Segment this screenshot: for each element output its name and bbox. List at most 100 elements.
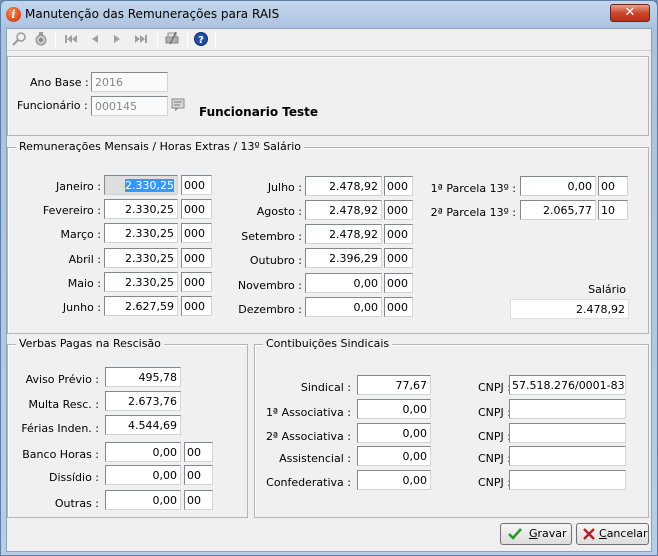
maio-label: Maio : bbox=[67, 277, 101, 290]
confederativa-cnpj-label: CNPJ : bbox=[478, 476, 511, 489]
info-app-icon: i bbox=[6, 7, 21, 22]
gravar-button[interactable]: Gravar bbox=[500, 523, 572, 545]
outras-code-field[interactable]: 00 bbox=[184, 490, 213, 510]
novembro-code-field[interactable]: 000 bbox=[384, 273, 413, 293]
dezembro-label: Dezembro : bbox=[238, 303, 302, 316]
banco-horas-code-field[interactable]: 00 bbox=[184, 442, 213, 462]
close-button[interactable]: ✕ bbox=[610, 4, 650, 22]
ano-base-field[interactable]: 2016 bbox=[91, 72, 168, 92]
assistencial-cnpj-label: CNPJ : bbox=[478, 452, 511, 465]
marco-value-field[interactable]: 2.330,25 bbox=[104, 223, 178, 243]
associativa1-cnpj-field[interactable] bbox=[509, 399, 626, 419]
banco-horas-field[interactable]: 0,00 bbox=[105, 442, 181, 462]
associativa2-cnpj-label: CNPJ : bbox=[478, 430, 511, 443]
search-employee-icon[interactable] bbox=[171, 98, 187, 112]
fevereiro-label: Fevereiro : bbox=[42, 204, 101, 217]
ferias-inden-field[interactable]: 4.544,69 bbox=[105, 415, 181, 435]
header-group: Ano Base : 2016 Funcionário : 000145 Fun… bbox=[7, 56, 649, 136]
parcela2-label: 2ª Parcela 13º : bbox=[430, 206, 516, 219]
confederativa-label: Confederativa : bbox=[266, 476, 351, 489]
cancelar-label: Cancelar bbox=[599, 527, 648, 540]
novembro-value-field[interactable]: 0,00 bbox=[305, 273, 382, 293]
assistencial-field[interactable]: 0,00 bbox=[357, 446, 431, 466]
cancelar-button[interactable]: Cancelar bbox=[576, 523, 649, 545]
ano-base-label: Ano Base : bbox=[30, 76, 89, 89]
assistencial-cnpj-field[interactable] bbox=[509, 446, 626, 466]
help-icon[interactable]: ? bbox=[191, 31, 211, 49]
dissidio-code-field[interactable]: 00 bbox=[184, 465, 213, 485]
julho-code-field[interactable]: 000 bbox=[384, 176, 413, 196]
multa-resc-label: Multa Resc. : bbox=[28, 398, 99, 411]
salario-label: Salário bbox=[588, 283, 626, 296]
title-bar: i Manutenção das Remunerações para RAIS … bbox=[1, 1, 657, 29]
aviso-previo-label: Aviso Prévio : bbox=[25, 373, 99, 386]
associativa2-label: 2ª Associativa : bbox=[265, 430, 351, 443]
print-icon[interactable] bbox=[162, 31, 182, 49]
outubro-code-field[interactable]: 000 bbox=[384, 248, 413, 268]
confederativa-cnpj-field[interactable] bbox=[509, 470, 626, 490]
parcela1-value-field[interactable]: 0,00 bbox=[520, 176, 596, 196]
junho-code-field[interactable]: 000 bbox=[181, 296, 212, 316]
janeiro-value-field[interactable]: 2.330,25 bbox=[104, 175, 178, 195]
agosto-code-field[interactable]: 000 bbox=[384, 200, 413, 220]
janeiro-code-field[interactable]: 000 bbox=[181, 175, 212, 195]
first-record-icon[interactable] bbox=[61, 31, 81, 49]
junho-value-field[interactable]: 2.627,59 bbox=[104, 296, 178, 316]
parcela2-code-field[interactable]: 10 bbox=[598, 200, 628, 220]
window-title: Manutenção das Remunerações para RAIS bbox=[25, 7, 280, 21]
dezembro-code-field[interactable]: 000 bbox=[384, 297, 413, 317]
rescisao-title: Verbas Pagas na Rescisão bbox=[16, 337, 164, 350]
toolbar-separator bbox=[187, 32, 188, 48]
associativa1-label: 1ª Associativa : bbox=[265, 406, 351, 419]
last-record-icon[interactable] bbox=[131, 31, 151, 49]
previous-record-icon[interactable] bbox=[85, 31, 105, 49]
next-record-icon[interactable] bbox=[107, 31, 127, 49]
junho-label: Junho : bbox=[62, 301, 101, 314]
outubro-label: Outubro : bbox=[249, 254, 302, 267]
associativa1-field[interactable]: 0,00 bbox=[357, 399, 431, 419]
outras-field[interactable]: 0,00 bbox=[105, 490, 181, 510]
confederativa-field[interactable]: 0,00 bbox=[357, 470, 431, 490]
associativa2-cnpj-field[interactable] bbox=[509, 423, 626, 443]
setembro-value-field[interactable]: 2.478,92 bbox=[305, 224, 382, 244]
multa-resc-field[interactable]: 2.673,76 bbox=[105, 391, 181, 411]
dezembro-value-field[interactable]: 0,00 bbox=[305, 297, 382, 317]
sindicais-group: Contibuições Sindicais Sindical : 77,67 … bbox=[254, 337, 649, 518]
funcionario-field[interactable]: 000145 bbox=[91, 96, 168, 116]
agosto-value-field[interactable]: 2.478,92 bbox=[305, 200, 382, 220]
abril-value-field[interactable]: 2.330,25 bbox=[104, 248, 178, 268]
assistencial-label: Assistencial : bbox=[279, 452, 351, 465]
julho-label: Julho : bbox=[267, 181, 302, 194]
setembro-code-field[interactable]: 000 bbox=[384, 224, 413, 244]
parcela2-value-field[interactable]: 2.065,77 bbox=[520, 200, 596, 220]
ferias-inden-label: Férias Inden. : bbox=[21, 422, 99, 435]
maio-code-field[interactable]: 000 bbox=[181, 272, 212, 292]
abril-code-field[interactable]: 000 bbox=[181, 248, 212, 268]
sindical-cnpj-label: CNPJ : bbox=[478, 381, 511, 394]
sindicais-title: Contibuições Sindicais bbox=[263, 337, 393, 350]
associativa2-field[interactable]: 0,00 bbox=[357, 423, 431, 443]
fevereiro-value-field[interactable]: 2.330,25 bbox=[104, 199, 178, 219]
funcionario-label: Funcionário : bbox=[17, 99, 88, 112]
sindical-field[interactable]: 77,67 bbox=[357, 375, 431, 395]
dissidio-field[interactable]: 0,00 bbox=[105, 465, 181, 485]
salario-field: 2.478,92 bbox=[510, 299, 629, 319]
svg-text:?: ? bbox=[198, 35, 204, 46]
remuneracoes-group: Remunerações Mensais / Horas Extras / 13… bbox=[7, 140, 649, 334]
search-icon[interactable] bbox=[9, 31, 29, 49]
marco-code-field[interactable]: 000 bbox=[181, 223, 212, 243]
outubro-value-field[interactable]: 2.396,29 bbox=[305, 248, 382, 268]
search-record-icon[interactable] bbox=[31, 31, 51, 49]
parcela1-code-field[interactable]: 00 bbox=[598, 176, 628, 196]
aviso-previo-field[interactable]: 495,78 bbox=[105, 367, 181, 387]
sindical-label: Sindical : bbox=[300, 381, 351, 394]
sindical-cnpj-field[interactable]: 57.518.276/0001-83 bbox=[509, 375, 626, 395]
julho-value-field[interactable]: 2.478,92 bbox=[305, 176, 382, 196]
rescisao-group: Verbas Pagas na Rescisão Aviso Prévio : … bbox=[7, 337, 248, 518]
fevereiro-code-field[interactable]: 000 bbox=[181, 199, 212, 219]
novembro-label: Novembro : bbox=[237, 279, 302, 292]
maio-value-field[interactable]: 2.330,25 bbox=[104, 272, 178, 292]
window: i Manutenção das Remunerações para RAIS … bbox=[0, 0, 658, 556]
check-icon bbox=[507, 527, 523, 548]
parcela1-label: 1ª Parcela 13º : bbox=[430, 182, 516, 195]
